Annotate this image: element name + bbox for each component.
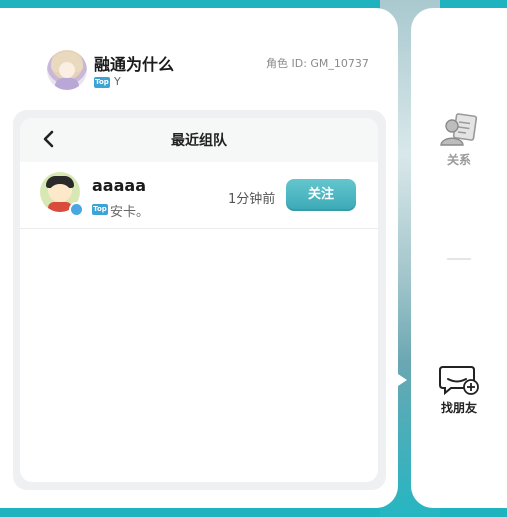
contacts-icon [440,113,478,146]
list-item[interactable]: aaaaa Top 安卡。 1分钟前 关注 [20,162,378,229]
nav-relations[interactable]: 关系 [411,111,507,168]
online-status-icon [69,202,84,217]
add-message-icon [439,366,479,396]
nav-find-friends-label: 找朋友 [440,401,477,415]
friend-name: aaaaa [92,176,146,195]
friend-status: 安卡。 [110,205,150,220]
nav-find-friends[interactable]: 找朋友 [411,363,507,416]
side-nav: 关系 找朋友 [411,8,507,508]
user-subtitle: Y [114,75,121,88]
nav-relations-label: 关系 [446,153,471,167]
top-badge: Top [92,204,108,215]
user-avatar[interactable] [47,50,87,90]
card-title: 最近组队 [171,133,227,149]
recent-team-card: 最近组队 aaaaa Top 安卡。 1分钟前 关注 [20,118,378,482]
follow-button[interactable]: 关注 [286,179,356,211]
time-ago: 1分钟前 [228,192,276,207]
top-badge: Top [94,77,110,88]
card-header: 最近组队 [20,118,378,162]
divider [447,258,471,260]
role-id: 角色 ID: GM_10737 [266,57,369,70]
username: 融通为什么 [94,55,175,74]
